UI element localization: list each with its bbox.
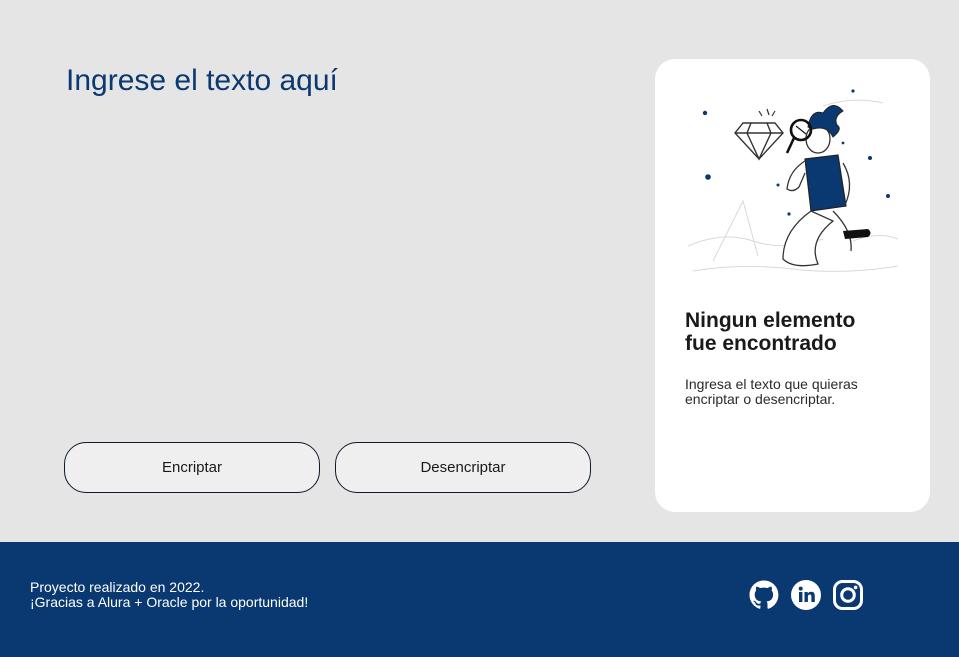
card-title-line1: Ningun elemento <box>685 309 856 332</box>
instagram-icon[interactable] <box>832 579 864 611</box>
linkedin-icon[interactable] <box>790 579 822 611</box>
footer-text: Proyecto realizado en 2022. ¡Gracias a A… <box>30 580 308 610</box>
text-input[interactable] <box>66 64 606 424</box>
footer-line2: ¡Gracias a Alura + Oracle por la oportun… <box>30 594 309 610</box>
search-illustration <box>687 89 899 272</box>
result-card: Ningun elemento fue encontrado Ingresa e… <box>655 59 930 512</box>
decrypt-button[interactable]: Desencriptar <box>335 442 591 493</box>
main-area: Encriptar Desencriptar <box>0 0 959 542</box>
card-title-line2: fue encontrado <box>685 332 837 355</box>
footer-line1: Proyecto realizado en 2022. <box>30 579 205 595</box>
card-description-line1: Ingresa el texto que quieras <box>685 376 858 392</box>
card-title: Ningun elemento fue encontrado <box>685 309 915 355</box>
encrypt-button[interactable]: Encriptar <box>64 442 320 493</box>
github-icon[interactable] <box>748 579 780 611</box>
card-description-line2: encriptar o desencriptar. <box>685 391 836 407</box>
footer: Proyecto realizado en 2022. ¡Gracias a A… <box>0 542 959 657</box>
card-description: Ingresa el texto que quieras encriptar o… <box>685 377 915 407</box>
